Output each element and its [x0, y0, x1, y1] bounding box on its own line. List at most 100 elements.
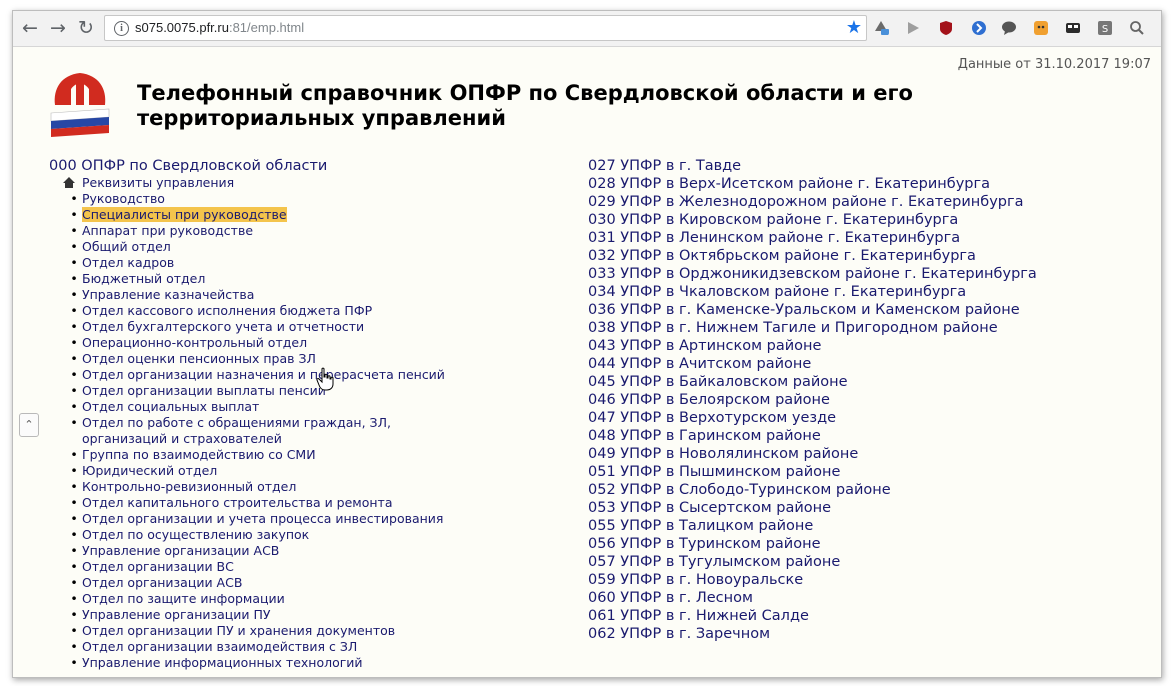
office-link[interactable]: 031 УПФР в Ленинском районе г. Екатеринб… — [588, 229, 1108, 247]
office-link[interactable]: 049 УПФР в Новолялинском районе — [588, 445, 1108, 463]
list-item[interactable]: • Отдел социальных выплат — [49, 399, 559, 415]
list-item[interactable]: • Отдел организации ПУ и хранения докумен… — [49, 623, 559, 639]
office-link[interactable]: 046 УПФР в Белоярском районе — [588, 391, 1108, 409]
list-item-label: Отдел кассового исполнения бюджета ПФР — [82, 303, 373, 318]
list-item[interactable]: • Управление организации АСВ — [49, 543, 559, 559]
office-link[interactable]: 053 УПФР в Сысертском районе — [588, 499, 1108, 517]
office-link[interactable]: 030 УПФР в Кировском районе г. Екатеринб… — [588, 211, 1108, 229]
office-link[interactable]: 034 УПФР в Чкаловском районе г. Екатерин… — [588, 283, 1108, 301]
bookmark-star-icon[interactable]: ★ — [846, 17, 862, 39]
info-icon[interactable]: i — [114, 21, 129, 36]
office-link[interactable]: 052 УПФР в Слободо-Туринском районе — [588, 481, 1108, 499]
office-link[interactable]: 036 УПФР в г. Каменске-Уральском и Камен… — [588, 301, 1108, 319]
office-link[interactable]: 043 УПФР в Артинском районе — [588, 337, 1108, 355]
list-item[interactable]: • Контрольно-ревизионный отдел — [49, 479, 559, 495]
office-link[interactable]: 047 УПФР в Верхотурском уезде — [588, 409, 1108, 427]
list-item-label: Отдел организации и учета процесса инвес… — [82, 511, 444, 526]
list-item[interactable]: • Аппарат при руководстве — [49, 223, 559, 239]
list-item-label: Отдел бухгалтерского учета и отчетности — [82, 319, 365, 334]
search-icon[interactable] — [1129, 20, 1145, 36]
list-item[interactable]: • Отдел организации выплаты пенсий — [49, 383, 559, 399]
s-extension-icon[interactable]: S — [1097, 20, 1113, 36]
office-link[interactable]: 029 УПФР в Железнодорожном районе г. Ека… — [588, 193, 1108, 211]
list-item-label: Отдел капитального строительства и ремон… — [82, 495, 393, 510]
list-item[interactable]: • Юридический отдел — [49, 463, 559, 479]
list-item-requisites[interactable]: Реквизиты управления — [49, 175, 559, 191]
list-item-label: Аппарат при руководстве — [82, 223, 254, 238]
address-bar[interactable]: i s075.0075.pfr.ru:81/emp.html ★ — [104, 15, 867, 41]
list-item[interactable]: • Отдел организации АСВ — [49, 575, 559, 591]
chat-extension-icon[interactable] — [1001, 20, 1017, 36]
list-item[interactable]: • Отдел организации ВС — [49, 559, 559, 575]
play-icon[interactable] — [905, 20, 921, 36]
list-item[interactable]: • Отдел организации назначения и перерасч… — [49, 367, 559, 383]
list-item[interactable]: • Бюджетный отдел — [49, 271, 559, 287]
list-item-label: Управление организации ПУ — [82, 607, 271, 622]
list-item[interactable]: • Отдел по работе с обращениями граждан, … — [49, 415, 559, 431]
list-item-continuation[interactable]: организаций и страхователей — [49, 431, 559, 447]
tab-extension-icon[interactable] — [1065, 20, 1081, 36]
ublock-icon[interactable] — [938, 20, 954, 36]
office-link[interactable]: 056 УПФР в Туринском районе — [588, 535, 1108, 553]
list-item[interactable]: • Руководство — [49, 191, 559, 207]
extension-off-icon[interactable] — [873, 20, 889, 36]
list-item-label: Отдел организации ПУ и хранения документ… — [82, 623, 396, 638]
office-link[interactable]: 051 УПФР в Пышминском районе — [588, 463, 1108, 481]
office-link[interactable]: 060 УПФР в г. Лесном — [588, 589, 1108, 607]
list-item-label: Отдел организации назначения и перерасче… — [82, 367, 445, 382]
page-title: Телефонный справочник ОПФР по Свердловск… — [137, 81, 913, 130]
list-item-active[interactable]: • Специалисты при руководстве — [49, 207, 559, 223]
list-item[interactable]: • Отдел кассового исполнения бюджета ПФР — [49, 303, 559, 319]
list-item[interactable]: • Отдел оценки пенсионных прав ЗЛ — [49, 351, 559, 367]
list-item-label: Отдел организации выплаты пенсий — [82, 383, 326, 398]
office-link[interactable]: 059 УПФР в г. Новоуральске — [588, 571, 1108, 589]
office-link[interactable]: 044 УПФР в Ачитском районе — [588, 355, 1108, 373]
office-link[interactable]: 027 УПФР в г. Тавде — [588, 157, 1108, 175]
list-item[interactable]: • Отдел по защите информации — [49, 591, 559, 607]
list-item[interactable]: • Группа по взаимодействию со СМИ — [49, 447, 559, 463]
arrow-left-icon[interactable]: ← — [19, 17, 41, 39]
office-link[interactable]: 032 УПФР в Октябрьском районе г. Екатери… — [588, 247, 1108, 265]
list-item[interactable]: • Отдел бухгалтерского учета и отчетности — [49, 319, 559, 335]
list-item-label: Отдел по защите информации — [82, 591, 285, 606]
url-text[interactable]: s075.0075.pfr.ru:81/emp.html — [135, 20, 304, 35]
office-link[interactable]: 062 УПФР в г. Заречном — [588, 625, 1108, 643]
arrow-right-icon[interactable]: → — [47, 17, 69, 39]
avatar-extension-icon[interactable] — [1033, 20, 1049, 36]
list-item[interactable]: • Отдел по осуществлению закупок — [49, 527, 559, 543]
office-link[interactable]: 055 УПФР в Талицком районе — [588, 517, 1108, 535]
home-icon — [63, 177, 75, 188]
office-link[interactable]: 045 УПФР в Байкаловском районе — [588, 373, 1108, 391]
office-link[interactable]: 028 УПФР в Верх-Исетском районе г. Екате… — [588, 175, 1108, 193]
list-item[interactable]: • Отдел организации взаимодействия с ЗЛ — [49, 639, 559, 655]
list-item[interactable]: • Отдел организации и учета процесса инве… — [49, 511, 559, 527]
list-item-label: Отдел оценки пенсионных прав ЗЛ — [82, 351, 316, 366]
list-item[interactable]: • Управление казначейства — [49, 287, 559, 303]
list-item[interactable]: • Управление информационных технологий — [49, 655, 559, 671]
url-port: :81 — [228, 20, 248, 35]
list-item[interactable]: • Управление организации ПУ — [49, 607, 559, 623]
list-item[interactable]: • Отдел кадров — [49, 255, 559, 271]
office-link[interactable]: 057 УПФР в Тугулымском районе — [588, 553, 1108, 571]
list-item-label: Отдел организации АСВ — [82, 575, 243, 590]
department-list: Реквизиты управления • Руководство • Специ… — [49, 175, 559, 671]
list-item-label: Управление информационных технологий — [82, 655, 363, 670]
browser-window: ← → ↻ i s075.0075.pfr.ru:81/emp.html ★ S… — [12, 10, 1162, 678]
list-item-label: Руководство — [82, 191, 165, 206]
office-link[interactable]: 061 УПФР в г. Нижней Салде — [588, 607, 1108, 625]
list-item[interactable]: • Операционно-контрольный отдел — [49, 335, 559, 351]
office-link[interactable]: 033 УПФР в Орджоникидзевском районе г. Е… — [588, 265, 1108, 283]
data-date: Данные от 31.10.2017 19:07 — [957, 57, 1151, 72]
reload-icon[interactable]: ↻ — [75, 17, 97, 39]
svg-text:S: S — [1102, 24, 1108, 35]
list-item[interactable]: • Общий отдел — [49, 239, 559, 255]
list-item[interactable]: • Отдел капитального строительства и ремо… — [49, 495, 559, 511]
scroll-to-top-button[interactable]: ⌃ — [19, 413, 39, 437]
hand-cursor-icon — [316, 367, 334, 391]
root-link[interactable]: 000 ОПФР по Свердловской области — [49, 157, 559, 175]
office-link[interactable]: 038 УПФР в г. Нижнем Тагиле и Пригородно… — [588, 319, 1108, 337]
url-path: /emp.html — [247, 20, 305, 35]
list-item-label: Управление казначейства — [82, 287, 255, 302]
office-link[interactable]: 048 УПФР в Гаринском районе — [588, 427, 1108, 445]
globe-extension-icon[interactable] — [971, 20, 987, 36]
